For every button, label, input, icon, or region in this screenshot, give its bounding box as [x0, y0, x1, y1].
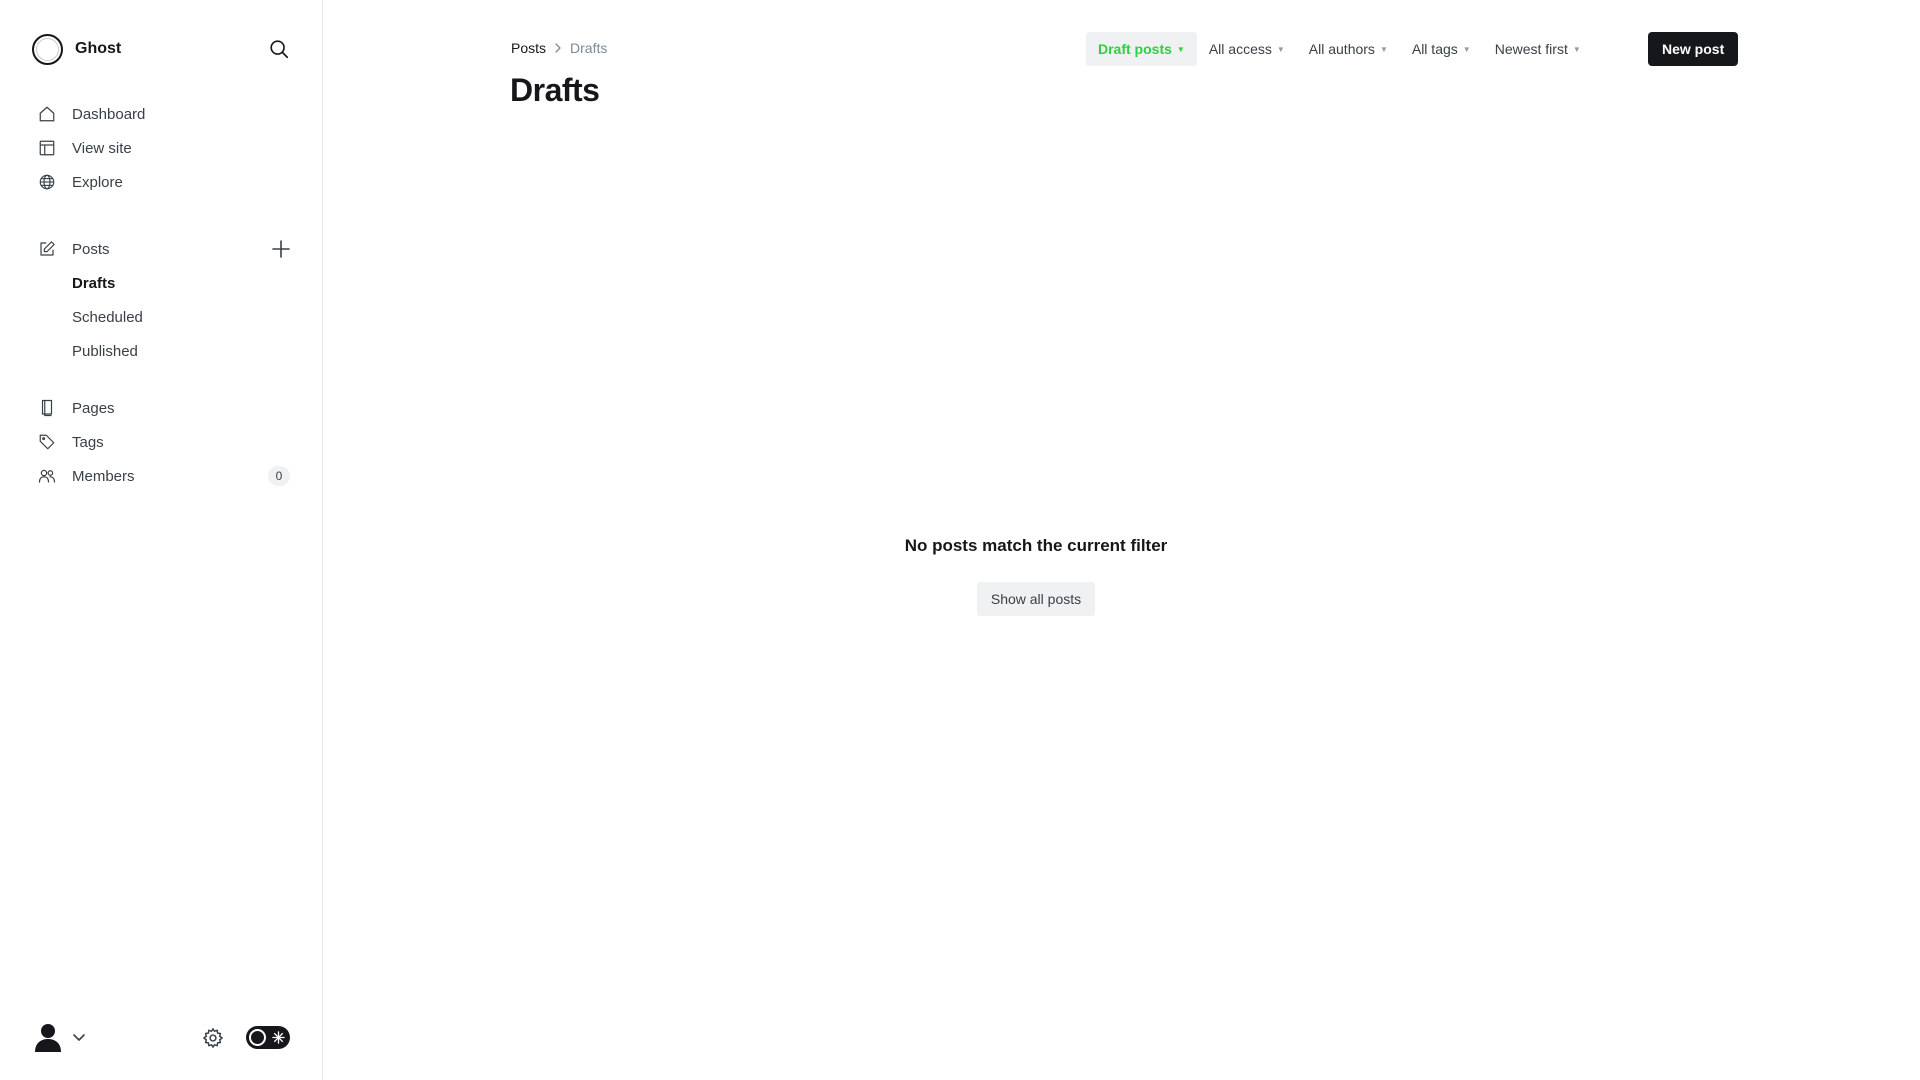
brand-name: Ghost: [75, 40, 122, 57]
sidebar-item-pages[interactable]: Pages: [0, 391, 323, 425]
gear-icon: [203, 1028, 223, 1048]
sidebar-item-dashboard[interactable]: Dashboard: [0, 97, 323, 131]
chevron-down-icon: [73, 1034, 85, 1041]
chevron-down-icon: ▼: [1276, 45, 1285, 54]
filter-post-type[interactable]: Draft posts ▼: [1086, 32, 1197, 66]
page-title: Drafts: [510, 72, 600, 108]
filter-label: All authors: [1308, 41, 1375, 57]
user-menu-button[interactable]: [34, 1022, 86, 1052]
nav-secondary: Pages Tags Members 0: [0, 391, 323, 493]
empty-state: No posts match the current filter Show a…: [324, 536, 1920, 616]
settings-button[interactable]: [202, 1027, 224, 1054]
filter-label: All tags: [1411, 41, 1458, 57]
filter-authors[interactable]: All authors ▼: [1297, 32, 1400, 66]
sidebar-item-members[interactable]: Members 0: [0, 459, 323, 493]
breadcrumb: Posts Drafts: [511, 40, 607, 56]
sidebar-item-label: Dashboard: [72, 105, 146, 123]
layout-icon: [38, 139, 56, 157]
members-count-badge: 0: [268, 466, 290, 486]
pencil-square-icon: [38, 240, 56, 258]
sidebar-item-label: View site: [72, 139, 132, 157]
filter-access[interactable]: All access ▼: [1197, 32, 1297, 66]
sidebar-item-view-site[interactable]: View site: [0, 131, 323, 165]
sidebar-item-drafts[interactable]: Drafts: [0, 266, 323, 300]
sidebar-item-label: Pages: [72, 399, 115, 417]
empty-state-message: No posts match the current filter: [904, 536, 1168, 555]
sidebar-item-label: Explore: [72, 173, 123, 191]
chevron-down-icon: ▼: [1379, 45, 1388, 54]
filter-label: Newest first: [1494, 41, 1568, 57]
brand[interactable]: Ghost: [32, 33, 121, 65]
plus-icon: [272, 240, 290, 258]
sidebar-item-explore[interactable]: Explore: [0, 165, 323, 199]
show-all-posts-button[interactable]: Show all posts: [976, 582, 1096, 616]
breadcrumb-posts-link[interactable]: Posts: [511, 40, 546, 56]
sidebar-item-label: Drafts: [72, 274, 116, 292]
chevron-down-icon: ▼: [1572, 45, 1581, 54]
breadcrumb-current: Drafts: [570, 40, 608, 56]
filter-label: Draft posts: [1098, 41, 1172, 57]
nav-primary: Dashboard View site Explore: [0, 97, 323, 199]
app-root: Ghost Dashboard View site Explore Posts …: [0, 0, 1920, 1080]
globe-icon: [38, 173, 56, 191]
sidebar: Ghost Dashboard View site Explore Posts …: [0, 0, 323, 1080]
sidebar-item-label: Members: [72, 467, 135, 485]
sidebar-item-label: Posts: [72, 240, 110, 258]
sidebar-item-scheduled[interactable]: Scheduled: [0, 300, 323, 334]
new-post-button[interactable]: New post: [1648, 32, 1739, 66]
tag-icon: [38, 433, 56, 451]
main-content: Posts Drafts Drafts Draft posts ▼ All ac…: [324, 0, 1920, 1080]
filter-tags[interactable]: All tags ▼: [1400, 32, 1483, 66]
users-icon: [38, 467, 56, 485]
nav-posts: Posts Drafts Scheduled Published: [0, 232, 323, 368]
sun-icon: [270, 1029, 287, 1046]
filter-sort-order[interactable]: Newest first ▼: [1483, 32, 1593, 66]
chevron-down-icon: ▼: [1462, 45, 1471, 54]
sidebar-item-published[interactable]: Published: [0, 334, 323, 368]
sidebar-item-label: Published: [72, 342, 138, 360]
chevron-right-icon: [555, 43, 561, 53]
avatar: [35, 1024, 61, 1052]
chevron-down-icon: ▼: [1176, 45, 1185, 54]
sidebar-item-label: Tags: [72, 433, 104, 451]
search-icon: [270, 40, 289, 59]
dark-mode-toggle[interactable]: [246, 1026, 290, 1049]
sidebar-footer: [0, 1018, 323, 1058]
filter-bar: Draft posts ▼ All access ▼ All authors ▼…: [1086, 32, 1593, 66]
sidebar-item-label: Scheduled: [72, 308, 143, 326]
page-icon: [38, 399, 56, 417]
search-button[interactable]: [266, 36, 292, 62]
home-icon: [38, 105, 56, 123]
filter-label: All access: [1208, 41, 1272, 57]
add-post-button[interactable]: [270, 238, 292, 260]
ghost-logo-icon: [32, 33, 63, 65]
toggle-knob: [249, 1029, 266, 1046]
sidebar-item-tags[interactable]: Tags: [0, 425, 323, 459]
sidebar-item-posts[interactable]: Posts: [0, 232, 323, 266]
